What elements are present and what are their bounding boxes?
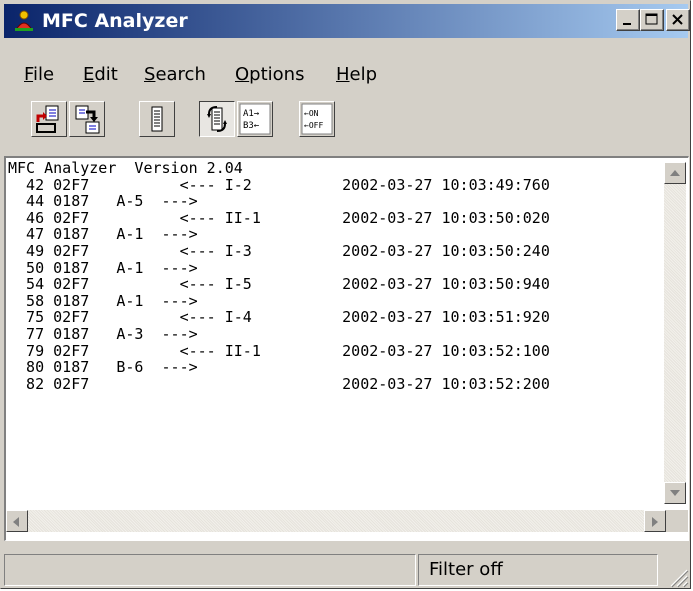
log-line: 44 0187 A-5 ---> [8, 192, 198, 211]
menu-help[interactable]: Help [336, 63, 377, 87]
status-pane-main [4, 554, 416, 586]
minimize-button[interactable] [616, 9, 640, 31]
app-icon[interactable] [13, 10, 35, 32]
scroll-left-button[interactable] [6, 510, 28, 532]
open-file-button[interactable] [31, 101, 67, 137]
maximize-button[interactable] [640, 9, 664, 31]
log-line: 42 02F7 <--- I-2 2002-03-27 10:03:49:760 [8, 175, 550, 194]
log-line: 75 02F7 <--- I-4 2002-03-27 10:03:51:920 [8, 308, 550, 327]
save-file-button[interactable] [69, 101, 105, 137]
scroll-down-button[interactable] [664, 482, 686, 504]
log-header-line: MFC Analyzer Version 2.04 [8, 160, 243, 177]
status-bar: Filter off [4, 554, 689, 588]
log-line: 77 0187 A-3 ---> [8, 324, 198, 343]
svg-text:A1→: A1→ [243, 109, 260, 119]
scroll-right-button[interactable] [644, 510, 666, 532]
log-line: 82 02F7 2002-03-27 10:03:52:200 [8, 374, 550, 393]
log-line: 50 0187 A-1 ---> [8, 258, 198, 277]
main-window: MFC Analyzer File Edit Search Options He… [0, 0, 691, 589]
log-line: 49 02F7 <--- I-3 2002-03-27 10:03:50:240 [8, 241, 550, 260]
scrollbar-corner [666, 510, 688, 532]
log-view[interactable]: MFC Analyzer Version 2.04 42 02F7 <--- I… [4, 156, 689, 541]
close-button[interactable] [666, 9, 690, 31]
address-toggle-button[interactable]: A1→ B3← [237, 101, 273, 137]
svg-text:←OFF: ←OFF [304, 121, 323, 130]
status-pane-filter: Filter off [418, 554, 658, 586]
log-text[interactable]: MFC Analyzer Version 2.04 42 02F7 <--- I… [8, 160, 660, 504]
horizontal-scrollbar[interactable] [6, 510, 666, 532]
arrow-left-icon [13, 517, 19, 527]
auto-scroll-button[interactable] [199, 101, 235, 137]
filter-status-text: Filter off [429, 559, 503, 580]
log-line: 79 02F7 <--- II-1 2002-03-27 10:03:52:10… [8, 341, 550, 360]
log-line: 47 0187 A-1 ---> [8, 225, 198, 244]
size-grip-icon[interactable] [667, 566, 689, 588]
menu-edit[interactable]: Edit [83, 63, 118, 87]
menu-file[interactable]: File [24, 63, 54, 87]
svg-text:B3←: B3← [243, 121, 260, 131]
arrow-up-icon [670, 170, 680, 176]
on-off-toggle-button[interactable]: ←ON ←OFF [299, 101, 335, 137]
title-bar[interactable]: MFC Analyzer [4, 4, 690, 38]
list-view-button[interactable] [139, 101, 175, 137]
log-line: 58 0187 A-1 ---> [8, 291, 198, 310]
window-title: MFC Analyzer [42, 10, 188, 32]
scroll-up-button[interactable] [664, 162, 686, 184]
menu-options[interactable]: Options [235, 63, 304, 87]
log-line: 46 02F7 <--- II-1 2002-03-27 10:03:50:02… [8, 208, 550, 227]
svg-text:←ON: ←ON [304, 109, 319, 118]
arrow-down-icon [670, 490, 680, 496]
vertical-scrollbar[interactable] [664, 162, 686, 504]
log-line: 54 02F7 <--- I-5 2002-03-27 10:03:50:940 [8, 275, 550, 294]
menu-search[interactable]: Search [144, 63, 206, 87]
log-line: 80 0187 B-6 ---> [8, 358, 198, 377]
arrow-right-icon [652, 517, 658, 527]
